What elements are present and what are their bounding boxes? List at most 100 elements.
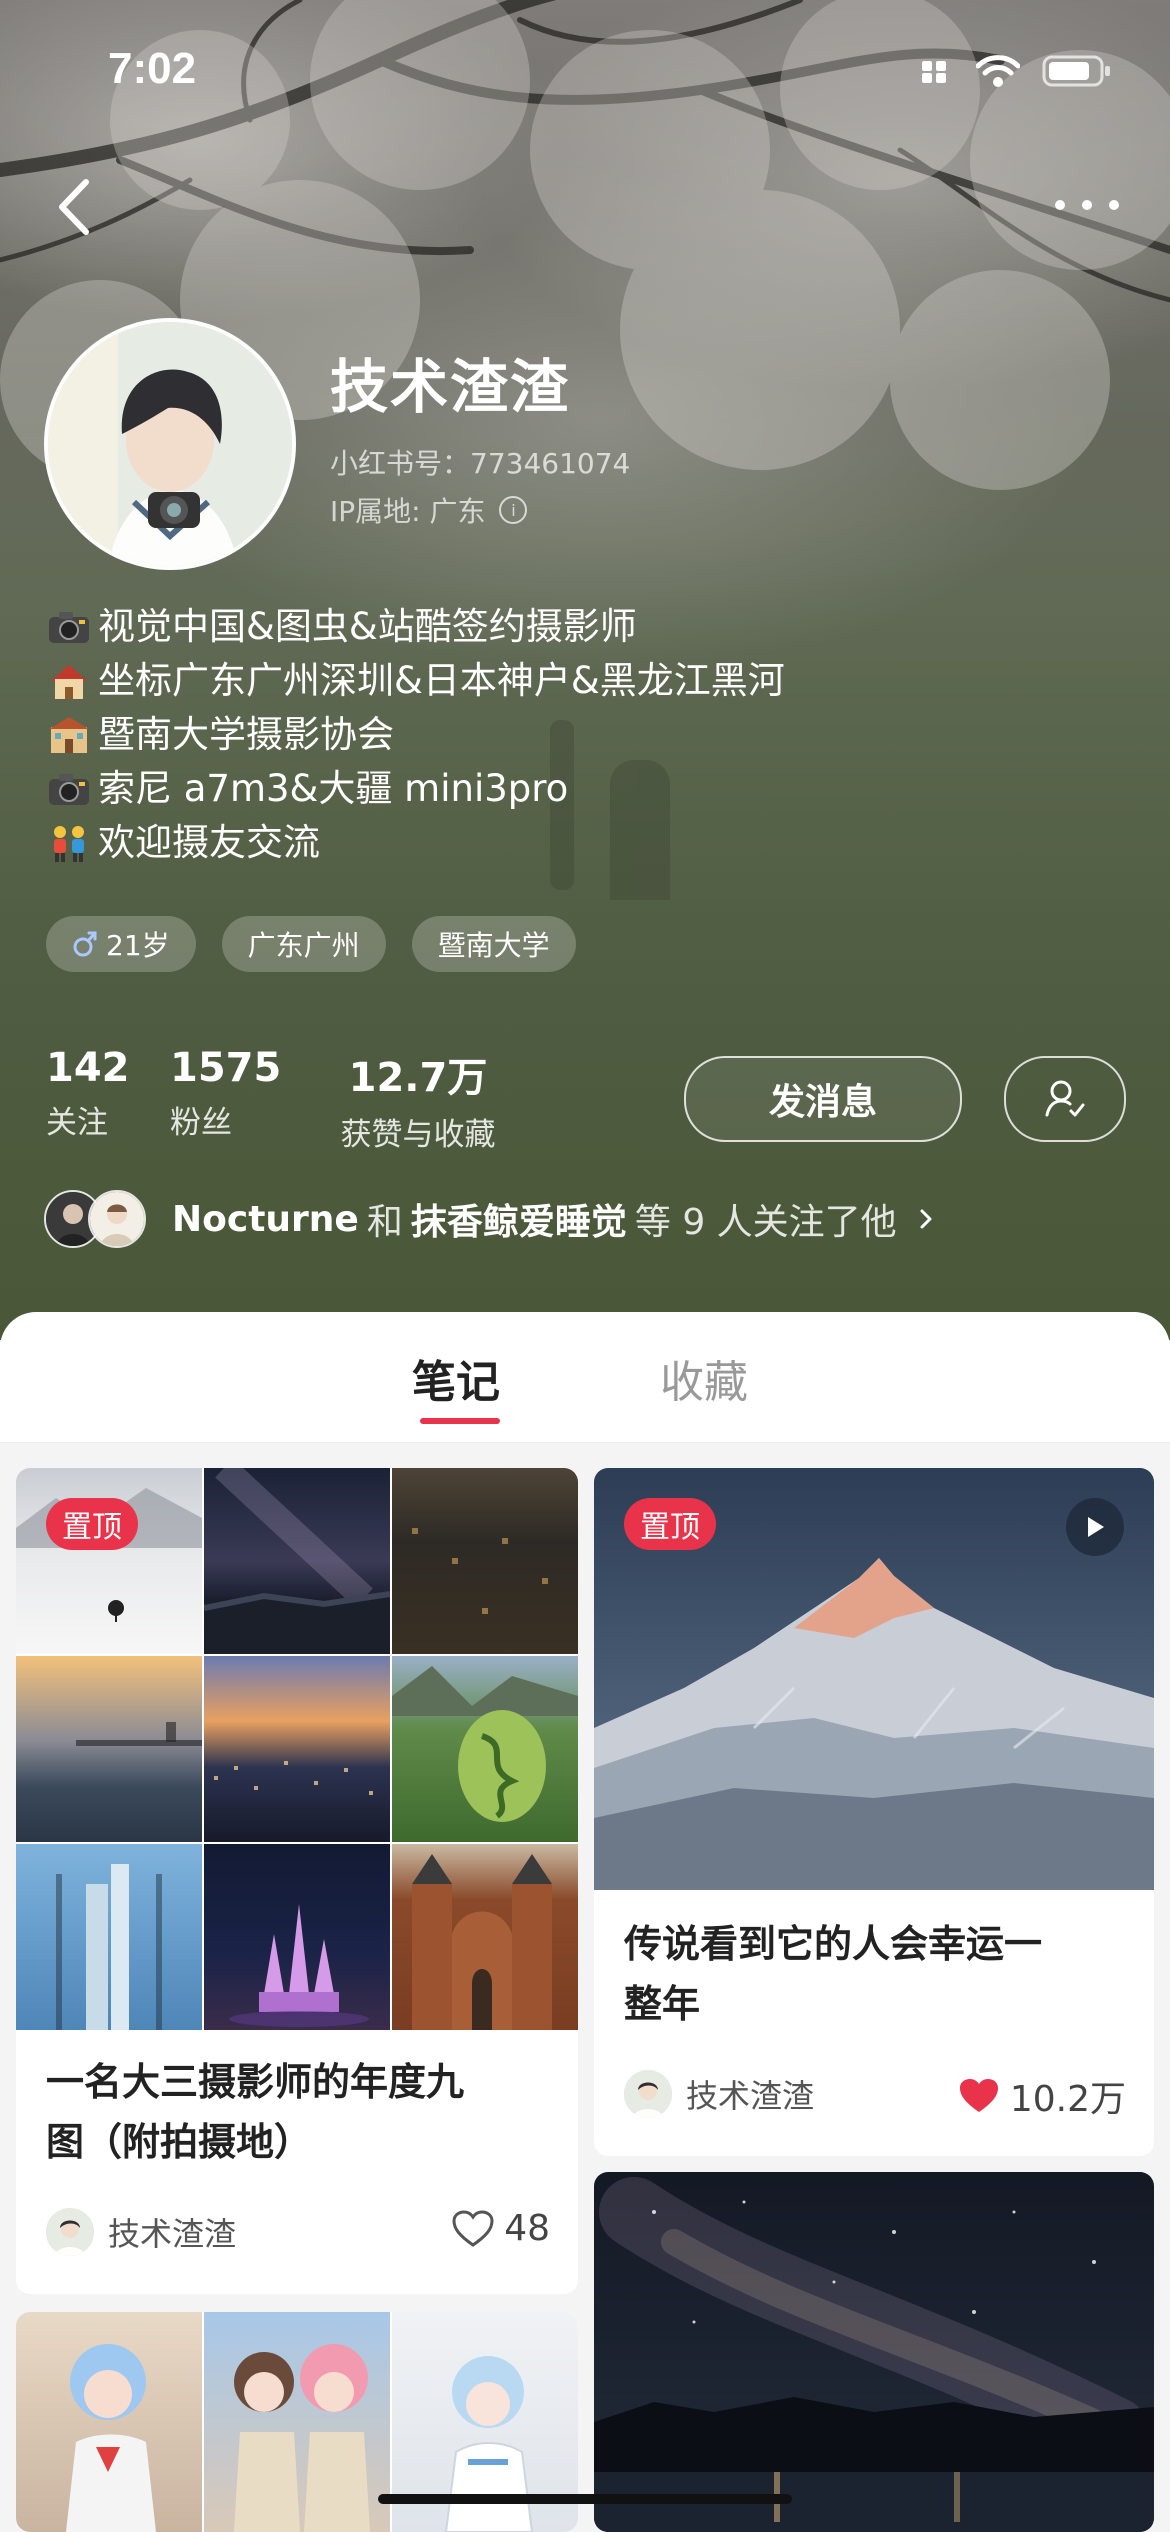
cover-thumbnail: [392, 1468, 578, 1654]
house-emoji-icon: [46, 661, 92, 701]
cover-thumbnail: [392, 1656, 578, 1842]
status-bar: 7:02: [0, 0, 1170, 140]
like-count: 48: [504, 2208, 550, 2249]
play-icon: [1088, 1517, 1104, 1537]
profile-tabs: 笔记 收藏: [0, 1312, 1170, 1443]
ip-location-text: IP属地: 广东: [330, 495, 486, 528]
pinned-badge: 置顶: [46, 1498, 138, 1550]
stat-followers-label: 粉丝: [170, 1105, 232, 1141]
mutual-followers-text: Nocturne 和 抹香鲸爱睡觉 等 9 人关注了他: [172, 1193, 939, 1245]
author-avatar: [624, 2070, 672, 2118]
info-icon[interactable]: i: [499, 496, 528, 524]
status-icons: [922, 54, 1112, 88]
chevron-left-icon: [59, 179, 89, 235]
bio-line: 视觉中国&图虫&站酷签约摄影师: [46, 600, 785, 654]
bio-text: 坐标广东广州深圳&日本神户&黑龙江黑河: [98, 659, 785, 702]
profile-stats: 142 关注 1575 粉丝 12.7万 获赞与收藏: [46, 1045, 518, 1154]
note-cover-grid: [16, 1468, 578, 2030]
camera-emoji-icon: [46, 607, 92, 647]
home-indicator: [378, 2494, 792, 2504]
note-author[interactable]: 技术渣渣: [46, 2208, 236, 2256]
bio-line: 坐标广东广州深圳&日本神户&黑龙江黑河: [46, 654, 785, 708]
stat-likes-count: 12.7万: [348, 1055, 488, 1101]
red-id[interactable]: 小红书号：773461074: [330, 442, 630, 482]
bio-line: 索尼 a7m3&大疆 mini3pro: [46, 762, 785, 816]
note-title-line: 整年: [624, 1982, 701, 2026]
two-people-emoji-icon: [46, 823, 92, 863]
tag-school-text: 暨南大学: [437, 929, 550, 962]
author-name: 技术渣渣: [686, 2077, 815, 2115]
mutual-name-2: 抹香鲸爱睡觉: [410, 1202, 627, 1243]
mutual-suffix: 等 9 人关注了他: [634, 1202, 897, 1243]
like-button[interactable]: 48: [452, 2208, 550, 2249]
note-title-line: 一名大三摄影师的年度九: [46, 2060, 465, 2104]
profile-tags: 21岁 广东广州 暨南大学: [46, 916, 576, 972]
like-button[interactable]: 10.2万: [958, 2070, 1126, 2122]
ip-location: IP属地: 广东 i: [330, 490, 528, 530]
camera-emoji-icon: [46, 769, 92, 809]
tab-active-indicator: [420, 1418, 500, 1424]
note-author[interactable]: 技术渣渣: [624, 2070, 814, 2118]
pinned-badge: 置顶: [624, 1498, 716, 1550]
school-emoji-icon: [46, 715, 92, 755]
followed-button[interactable]: [1004, 1056, 1126, 1142]
stat-likes[interactable]: 12.7万 获赞与收藏: [318, 1045, 518, 1154]
mutual-and: 和: [366, 1202, 403, 1243]
note-title-line: 传说看到它的人会幸运一: [624, 1922, 1043, 1966]
bio-text: 欢迎摄友交流: [98, 821, 320, 864]
note-card[interactable]: 置顶 一名大三摄影师的年度九 图（附拍摄地） 技术渣渣 48: [16, 1468, 578, 2294]
stat-followers-count: 1575: [170, 1045, 282, 1091]
wifi-icon: [976, 55, 1020, 87]
more-dots-icon: [1055, 200, 1119, 210]
profile-name: 技术渣渣: [330, 353, 571, 421]
cover-thumbnail: [392, 1844, 578, 2030]
tag-location-text: 广东广州: [247, 929, 360, 962]
tag-school: 暨南大学: [411, 916, 576, 972]
back-button[interactable]: [48, 172, 100, 242]
stat-following[interactable]: 142 关注: [46, 1045, 170, 1154]
send-message-button[interactable]: 发消息: [684, 1056, 962, 1142]
note-cover-image: [594, 2172, 1154, 2532]
stat-likes-label: 获赞与收藏: [340, 1117, 496, 1153]
note-title: 传说看到它的人会幸运一 整年: [624, 1914, 1042, 2034]
heart-outline-icon: [452, 2209, 494, 2247]
bio-line: 暨南大学摄影协会: [46, 708, 785, 762]
stat-followers[interactable]: 1575 粉丝: [170, 1045, 318, 1154]
cover-thumbnail: [204, 1468, 390, 1654]
cover-thumbnail: [16, 1656, 202, 1842]
avatar-illustration: [48, 322, 292, 566]
cover-thumbnail: [16, 2312, 202, 2532]
status-time: 7:02: [108, 44, 197, 93]
cover-thumbnail: [16, 1468, 202, 1654]
note-title-line: 图（附拍摄地）: [46, 2120, 313, 2164]
tag-age-text: 21岁: [106, 929, 170, 962]
signal-icon: [922, 61, 946, 83]
bio-line: 欢迎摄友交流: [46, 816, 785, 870]
note-card[interactable]: 置顶 传说看到它的人会幸运一 整年 技术渣渣 10.2万: [594, 1468, 1154, 2156]
mutual-followers[interactable]: Nocturne 和 抹香鲸爱睡觉 等 9 人关注了他: [44, 1190, 939, 1248]
author-avatar: [46, 2208, 94, 2256]
bio-text: 暨南大学摄影协会: [98, 713, 394, 756]
battery-icon: [1042, 55, 1110, 87]
profile-avatar[interactable]: [44, 318, 296, 570]
author-name: 技术渣渣: [108, 2215, 237, 2253]
cover-thumbnail: [16, 1844, 202, 2030]
more-options-button[interactable]: [1052, 190, 1122, 220]
stat-following-count: 142: [46, 1045, 130, 1091]
male-icon: [73, 931, 97, 957]
mutual-avatar: [88, 1190, 146, 1248]
mutual-name-1: Nocturne: [172, 1198, 359, 1240]
user-check-icon: [1045, 1080, 1085, 1117]
tag-location: 广东广州: [221, 916, 386, 972]
bio-text: 索尼 a7m3&大疆 mini3pro: [98, 767, 569, 810]
chevron-right-icon: [920, 1209, 932, 1229]
like-count: 10.2万: [1009, 2079, 1126, 2120]
tab-collect[interactable]: 收藏: [660, 1346, 748, 1410]
stat-following-label: 关注: [46, 1105, 108, 1141]
profile-bio: 视觉中国&图虫&站酷签约摄影师 坐标广东广州深圳&日本神户&黑龙江黑河 暨南大学…: [46, 600, 785, 870]
tab-notes[interactable]: 笔记: [412, 1346, 500, 1410]
video-badge: [1066, 1498, 1124, 1556]
note-card[interactable]: [594, 2172, 1154, 2532]
heart-filled-icon: [959, 2079, 998, 2112]
note-title: 一名大三摄影师的年度九 图（附拍摄地）: [46, 2052, 464, 2172]
